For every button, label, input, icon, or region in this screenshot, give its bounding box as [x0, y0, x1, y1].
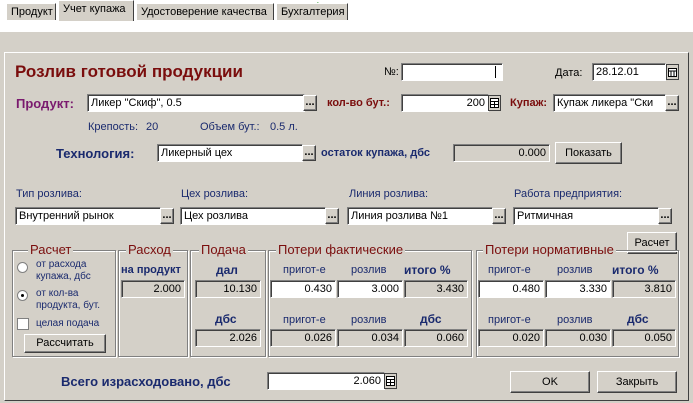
norm-col-dbs: дбс: [627, 312, 649, 326]
calc-option-kupazh-label: от расхода купажа, дбс: [36, 259, 91, 282]
norm-bottling-field[interactable]: 3.330: [545, 280, 611, 298]
bottling-line-browse-button[interactable]: ...: [492, 208, 506, 224]
page-title: Розлив готовой продукции: [15, 62, 243, 81]
bottles-label: кол-во бут.:: [327, 97, 390, 109]
kupazh-browse-button[interactable]: ...: [665, 95, 679, 111]
bottling-type-field[interactable]: Внутренний рынок: [15, 207, 161, 225]
supply-header-dal: дал: [216, 263, 238, 277]
technology-field[interactable]: Ликерный цех: [157, 144, 303, 162]
strength-label: Крепость:: [88, 121, 139, 133]
norm-losses-title: Потери нормативные: [483, 242, 616, 257]
show-button[interactable]: Показать: [555, 142, 622, 164]
supply-header-dbs: дбс: [215, 312, 237, 326]
tab-quality-certificate[interactable]: Удостоверение качества: [136, 3, 274, 20]
supply-dal-field: 10.130: [195, 280, 261, 298]
technology-browse-button[interactable]: ...: [302, 145, 316, 161]
technology-label: Технология:: [56, 146, 135, 161]
volume-value: 0.5 л.: [270, 121, 298, 133]
recalculate-button[interactable]: Рассчитать: [24, 334, 106, 353]
enterprise-work-label: Работа предприятия:: [514, 188, 623, 200]
actual-total-field: 3.430: [404, 280, 468, 298]
expense-field: 2.000: [121, 280, 185, 298]
enterprise-work-field[interactable]: Ритмичная: [513, 207, 659, 225]
norm-prep-field[interactable]: 0.480: [478, 280, 544, 298]
norm-total-dbs-field: 0.050: [612, 329, 676, 347]
bottling-shop-browse-button[interactable]: ...: [325, 208, 339, 224]
actual-losses-title: Потери фактические: [276, 242, 406, 257]
ok-button[interactable]: OK: [510, 371, 590, 393]
bottling-type-browse-button[interactable]: ...: [160, 208, 174, 224]
whole-supply-checkbox[interactable]: [17, 318, 29, 330]
product-field[interactable]: Ликер "Скиф", 0.5: [87, 94, 305, 112]
calendar-icon[interactable]: [666, 64, 679, 80]
expense-header: на продукт: [121, 264, 181, 276]
bottling-type-label: Тип розлива:: [16, 188, 82, 200]
supply-dbs-field: 2.026: [195, 329, 261, 347]
tab-kupazh-accounting[interactable]: Учет купажа: [58, 0, 134, 21]
volume-label: Объем бут.:: [200, 121, 260, 133]
norm-col-bottling: розлив: [557, 264, 593, 276]
product-browse-button[interactable]: ...: [303, 95, 317, 111]
actual-prep-field[interactable]: 0.430: [270, 280, 336, 298]
calculator-icon-total[interactable]: [384, 373, 397, 389]
calculator-icon[interactable]: [488, 95, 501, 111]
date-field[interactable]: 28.12.01: [592, 63, 666, 81]
close-button[interactable]: Закрыть: [597, 371, 677, 393]
actual-bottling-dbs-field: 0.034: [337, 329, 403, 347]
expense-group-title: Расход: [126, 242, 173, 257]
bottles-field[interactable]: 200: [401, 94, 489, 112]
number-label: №:: [384, 66, 399, 78]
bottling-shop-label: Цех розлива:: [181, 188, 249, 200]
calc-option-kupazh-radio[interactable]: [17, 262, 28, 273]
norm-col-bottling-2: розлив: [557, 314, 593, 326]
bottling-line-field[interactable]: Линия розлива №1: [347, 207, 493, 225]
tab-accounting[interactable]: Бухгалтерия: [276, 3, 348, 20]
actual-bottling-field[interactable]: 3.000: [337, 280, 403, 298]
norm-prep-dbs-field: 0.020: [478, 329, 544, 347]
supply-group-title: Подача: [199, 242, 248, 257]
actual-col-bottling: розлив: [351, 264, 387, 276]
actual-prep-dbs-field: 0.026: [270, 329, 336, 347]
remainder-field: 0.000: [453, 144, 550, 162]
bottling-line-label: Линия розлива:: [349, 188, 429, 200]
actual-col-bottling-2: розлив: [351, 314, 387, 326]
actual-col-total: итого %: [404, 263, 451, 277]
calc-group-title: Расчет: [28, 242, 74, 257]
actual-col-dbs: дбс: [420, 312, 442, 326]
enterprise-work-browse-button[interactable]: ...: [658, 208, 672, 224]
norm-col-total: итого %: [612, 263, 659, 277]
norm-col-prep-2: пригот-е: [488, 314, 531, 326]
actual-col-prep: пригот-е: [283, 264, 326, 276]
total-field[interactable]: 2.060: [267, 372, 385, 390]
number-field[interactable]: [401, 63, 503, 81]
whole-supply-label: целая подача: [36, 318, 100, 329]
norm-bottling-dbs-field: 0.030: [545, 329, 611, 347]
strength-value: 20: [146, 121, 159, 133]
remainder-label: остаток купажа, дбс: [321, 147, 431, 159]
total-label: Всего израсходовано, дбс: [61, 374, 231, 389]
calc-option-product-radio[interactable]: [17, 290, 28, 301]
kupazh-label: Купаж:: [510, 97, 548, 109]
date-label: Дата:: [555, 67, 583, 79]
actual-col-prep-2: пригот-е: [283, 314, 326, 326]
tab-product[interactable]: Продукт: [6, 3, 56, 20]
norm-col-prep: пригот-е: [488, 264, 531, 276]
calc-option-product-label: от кол-ва продукта, бут.: [36, 288, 100, 311]
bottling-shop-field[interactable]: Цех розлива: [180, 207, 326, 225]
product-label: Продукт:: [16, 96, 74, 111]
kupazh-field[interactable]: Купаж ликера "Ски: [553, 94, 666, 112]
actual-total-dbs-field: 0.060: [404, 329, 468, 347]
norm-total-field: 3.810: [612, 280, 676, 298]
